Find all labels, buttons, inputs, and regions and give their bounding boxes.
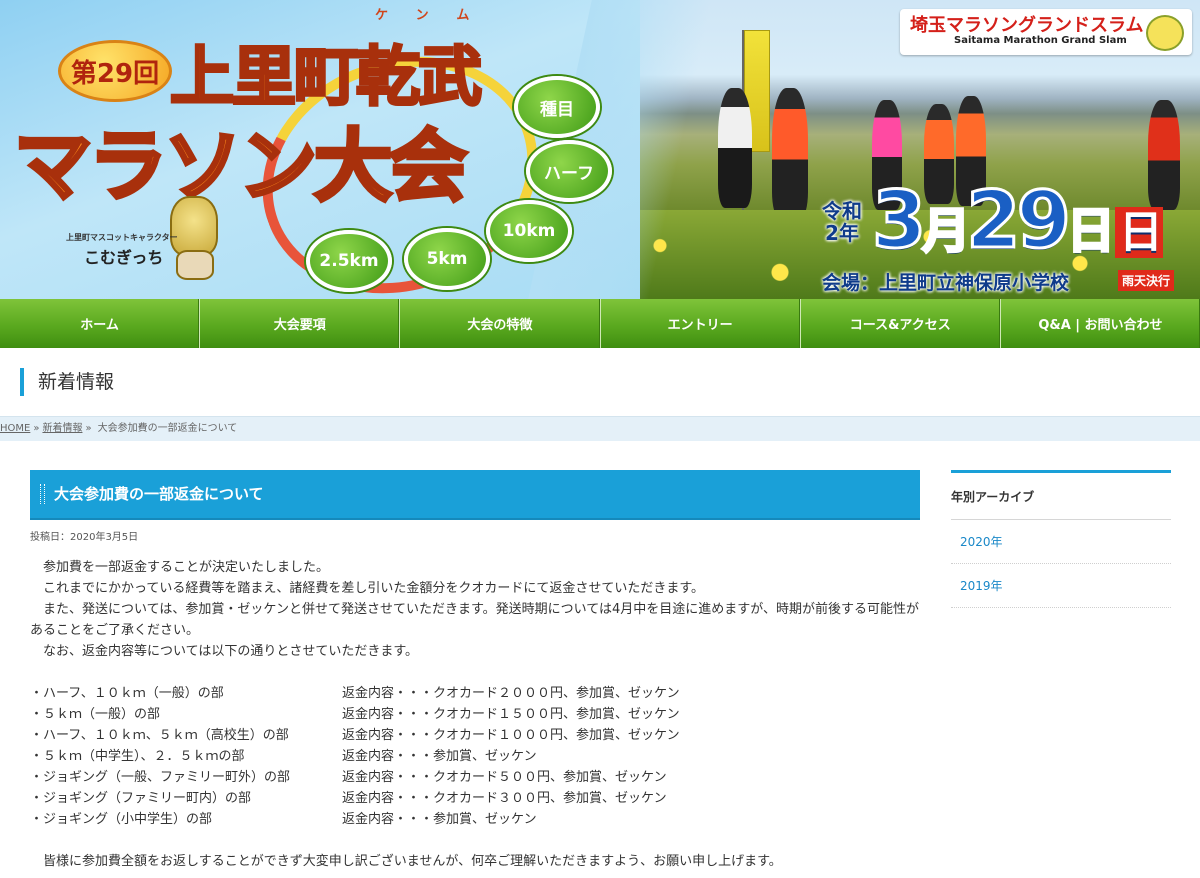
refund-category: ・ハーフ、１０ｋｍ、５ｋｍ（高校生）の部 <box>30 728 289 743</box>
header-banner: 第29回 ケンム 上里町乾武 マラソン大会 種目 ハーフ 10km 5km 2.… <box>0 0 1200 299</box>
refund-detail: 返金内容・・・クオカード３００円、参加賞、ゼッケン <box>342 791 667 806</box>
nav-item-course-access[interactable]: コース&アクセス <box>801 299 1001 348</box>
venue-label: 会場：上里町立神保原小学校 <box>822 272 1070 294</box>
era-label: 令和 2年 <box>822 199 862 245</box>
breadcrumb-home-link[interactable]: HOME <box>0 423 30 434</box>
rain-note-badge: 雨天決行 <box>1118 270 1175 291</box>
refund-category: ・ハーフ、１０ｋｍ（一般）の部 <box>30 686 224 701</box>
post-date: 投稿日：2020年3月5日 <box>30 532 139 543</box>
event-bubble-10km: 10km <box>486 200 572 262</box>
post-closing: 皆様に参加費全額をお返しすることができず大変申し訳ございませんが、何卒ご理解いた… <box>43 854 782 869</box>
breadcrumb-current: 大会参加費の一部返金について <box>97 423 238 434</box>
title-mark-icon <box>40 484 45 504</box>
post-paragraph: また、発送については、参加賞・ゼッケンと併せて発送させていただきます。発送時期に… <box>30 602 920 638</box>
refund-category: ・ジョギング（一般、ファミリー町外）の部 <box>30 770 291 785</box>
edition-badge: 第29回 <box>58 40 172 102</box>
heading-accent-bar <box>20 368 24 396</box>
nav-item-qa-contact[interactable]: Q&A | お問い合わせ <box>1001 299 1200 348</box>
global-nav: ホーム 大会要項 大会の特徴 エントリー コース&アクセス Q&A | お問い合… <box>0 299 1200 348</box>
event-bubble-label: 種目 <box>514 76 600 138</box>
refund-detail: 返金内容・・・クオカード２０００円、参加賞、ゼッケン <box>342 686 680 701</box>
post-title-bar: 大会参加費の一部返金について <box>30 470 920 520</box>
breadcrumb-news-link[interactable]: 新着情報 <box>42 423 82 434</box>
main-content: 大会参加費の一部返金について 投稿日：2020年3月5日 参加費を一部返金するこ… <box>30 470 920 872</box>
refund-row: ・ジョギング（一般、ファミリー町外）の部 返金内容・・・クオカード５００円、参加賞… <box>30 767 920 788</box>
page-title: 新着情報 <box>38 371 115 393</box>
post-paragraph: これまでにかかっている経費等を踏まえ、諸経費を差し引いた金額分をクオカードにて返… <box>43 581 705 596</box>
refund-category: ・ジョギング（小中学生）の部 <box>30 812 213 827</box>
refund-row: ・ハーフ、１０ｋｍ、５ｋｍ（高校生）の部 返金内容・・・クオカード１０００円、参加… <box>30 725 920 746</box>
nav-item-home[interactable]: ホーム <box>0 299 201 348</box>
sidebar-heading: 年別アーカイブ <box>951 470 1171 520</box>
refund-category: ・ジョギング（ファミリー町内）の部 <box>30 791 252 806</box>
event-date: 3月29日日 <box>870 175 1163 268</box>
mascot-icon <box>170 196 218 256</box>
refund-detail: 返金内容・・・クオカード１５００円、参加賞、ゼッケン <box>342 707 680 722</box>
mascot-caption: 上里町マスコットキャラクター <box>66 233 178 242</box>
sidebar: 年別アーカイブ 2020年 2019年 <box>951 470 1171 608</box>
weekday-badge: 日 <box>1114 207 1163 258</box>
mascot-name: こむぎっち <box>84 248 164 267</box>
grand-slam-logo[interactable]: 埼玉マラソングランドスラム Saitama Marathon Grand Sla… <box>900 9 1192 55</box>
event-bubble-5km: 5km <box>404 228 490 290</box>
breadcrumb: HOME» 新着情報» 大会参加費の一部返金について <box>0 416 1200 441</box>
refund-row: ・５ｋｍ（中学生）、２．５ｋｍの部 返金内容・・・参加賞、ゼッケン <box>30 746 920 767</box>
sidebar-item-2020[interactable]: 2020年 <box>951 520 1171 564</box>
page-header: 新着情報 <box>0 348 1200 416</box>
post-paragraph: 参加費を一部返金することが決定いたしました。 <box>43 560 330 575</box>
grand-slam-mascot-icon <box>1146 15 1184 51</box>
nav-item-entry[interactable]: エントリー <box>601 299 801 348</box>
refund-row: ・ジョギング（ファミリー町内）の部 返金内容・・・クオカード３００円、参加賞、ゼッ… <box>30 788 920 809</box>
event-bubble-2-5km: 2.5km <box>306 230 392 292</box>
refund-row: ・５ｋｍ（一般）の部 返金内容・・・クオカード１５００円、参加賞、ゼッケン <box>30 704 920 725</box>
refund-detail: 返金内容・・・参加賞、ゼッケン <box>342 749 537 764</box>
refund-detail: 返金内容・・・参加賞、ゼッケン <box>342 812 537 827</box>
event-title-line2: マラソン大会 <box>12 120 469 214</box>
sidebar-item-2019[interactable]: 2019年 <box>951 564 1171 608</box>
nav-item-features[interactable]: 大会の特徴 <box>400 299 601 348</box>
grand-slam-subtitle: Saitama Marathon Grand Slam <box>954 35 1127 46</box>
refund-row: ・ジョギング（小中学生）の部 返金内容・・・参加賞、ゼッケン <box>30 809 920 830</box>
event-bubble-half: ハーフ <box>526 140 612 202</box>
refund-detail: 返金内容・・・クオカード１０００円、参加賞、ゼッケン <box>342 728 680 743</box>
post-paragraph: なお、返金内容等については以下の通りとさせていただきます。 <box>43 644 419 659</box>
title-ruby: ケンム <box>375 8 498 23</box>
refund-detail: 返金内容・・・クオカード５００円、参加賞、ゼッケン <box>342 770 667 785</box>
refund-category: ・５ｋｍ（一般）の部 <box>30 707 161 722</box>
nav-item-guidelines[interactable]: 大会要項 <box>200 299 401 348</box>
refund-category: ・５ｋｍ（中学生）、２．５ｋｍの部 <box>30 749 245 764</box>
refund-row: ・ハーフ、１０ｋｍ（一般）の部 返金内容・・・クオカード２０００円、参加賞、ゼッケ… <box>30 683 920 704</box>
post-title: 大会参加費の一部返金について <box>54 485 264 503</box>
grand-slam-title: 埼玉マラソングランドスラム <box>910 15 1144 36</box>
post-body: 参加費を一部返金することが決定いたしました。 これまでにかかっている経費等を踏ま… <box>30 557 920 872</box>
